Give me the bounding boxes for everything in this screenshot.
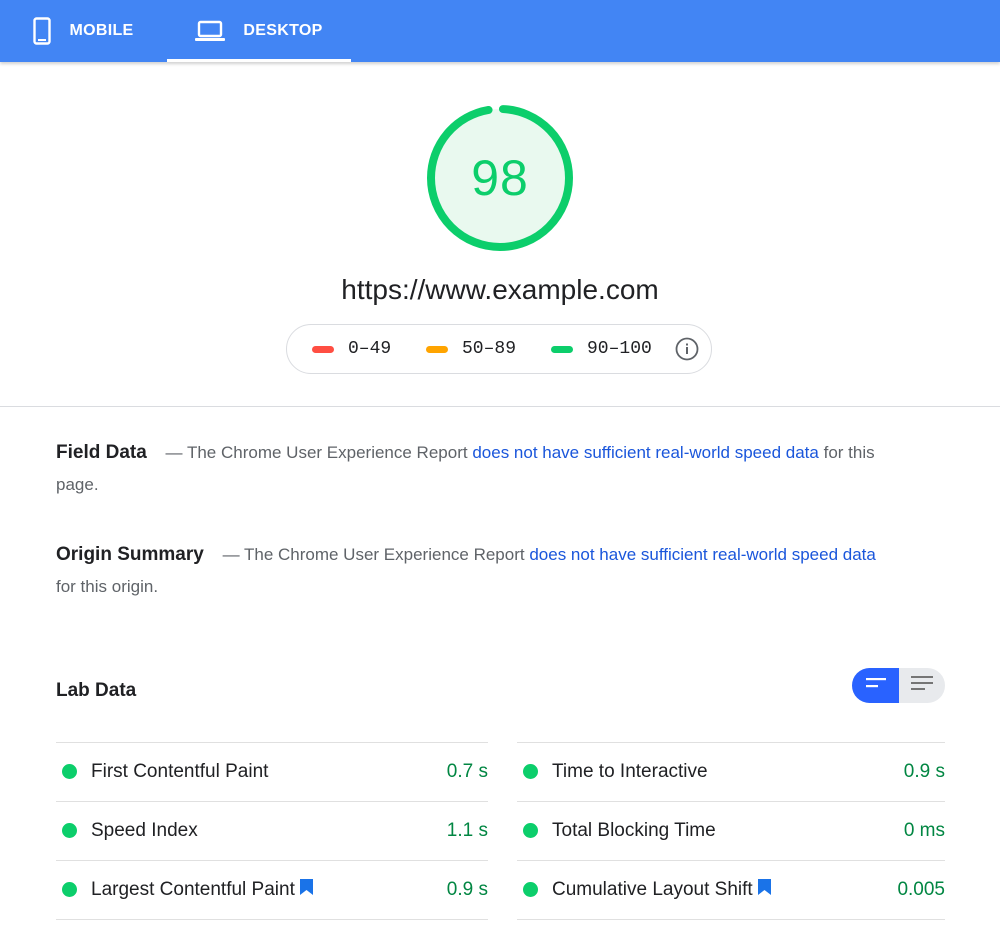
metric-name-container: Cumulative Layout Shift: [552, 861, 771, 919]
origin-summary-text-after: for this origin.: [56, 577, 159, 596]
metric-value: 0.7 s: [446, 761, 488, 782]
metric-name: Time to Interactive: [552, 761, 708, 782]
metric-name: Cumulative Layout Shift: [552, 879, 753, 900]
expanded-view-button[interactable]: [852, 668, 899, 703]
legend-range-pass: 90–100: [587, 339, 652, 359]
legend-item-fail: 0–49: [312, 325, 391, 373]
legend-range-fail: 0–49: [348, 339, 392, 359]
origin-summary-link[interactable]: does not have sufficient real-world spee…: [529, 545, 876, 564]
status-dot-pass: [62, 882, 77, 897]
metric-time-to-interactive: Time to Interactive 0.9 s: [517, 742, 945, 801]
metric-name: Largest Contentful Paint: [91, 879, 295, 900]
lab-metrics: First Contentful Paint 0.7 s Speed Index…: [56, 742, 945, 920]
bookmark-icon[interactable]: [299, 879, 313, 895]
metric-value: 0.9 s: [446, 879, 488, 900]
tab-mobile[interactable]: MOBILE: [0, 0, 167, 62]
page-url: https://www.example.com: [341, 274, 659, 305]
origin-summary-dash: —: [222, 545, 240, 564]
performance-score: 98: [471, 150, 529, 206]
metric-cumulative-layout-shift: Cumulative Layout Shift 0.005: [517, 860, 945, 920]
tab-mobile-label: MOBILE: [69, 22, 134, 39]
list-view-icon: [910, 675, 934, 696]
field-data-title: Field Data: [56, 442, 147, 463]
legend-swatch-red: [312, 345, 334, 353]
status-dot-pass: [523, 823, 538, 838]
legend-swatch-orange: [426, 345, 448, 353]
metrics-column-left: First Contentful Paint 0.7 s Speed Index…: [56, 742, 488, 920]
metric-total-blocking-time: Total Blocking Time 0 ms: [517, 801, 945, 860]
performance-score-gauge: 98: [425, 103, 575, 253]
metric-value: 0 ms: [903, 820, 945, 841]
metric-name-container: Largest Contentful Paint: [91, 861, 313, 919]
metric-largest-contentful-paint: Largest Contentful Paint 0.9 s: [56, 860, 488, 920]
legend-item-average: 50–89: [426, 325, 516, 373]
metric-name: First Contentful Paint: [91, 761, 269, 782]
list-view-button[interactable]: [899, 668, 945, 703]
legend-swatch-green: [551, 345, 573, 353]
section-divider: [0, 406, 1000, 407]
status-dot-pass: [523, 882, 538, 897]
laptop-icon: [195, 20, 226, 42]
metric-value: 0.9 s: [903, 761, 945, 782]
legend-item-pass: 90–100: [551, 325, 652, 373]
origin-summary-title: Origin Summary: [56, 544, 204, 565]
field-data-dash: —: [165, 443, 183, 462]
active-tab-indicator: [167, 59, 351, 62]
origin-summary-section: Origin Summary — The Chrome User Experie…: [56, 539, 876, 603]
bookmark-icon[interactable]: [757, 879, 771, 895]
view-toggle: [852, 668, 945, 703]
metrics-column-right: Time to Interactive 0.9 s Total Blocking…: [517, 742, 945, 920]
tab-desktop[interactable]: DESKTOP: [167, 0, 351, 62]
tab-desktop-label: DESKTOP: [243, 22, 323, 39]
metric-value: 1.1 s: [446, 820, 488, 841]
metric-name: Speed Index: [91, 820, 198, 841]
status-dot-pass: [62, 764, 77, 779]
phone-icon: [33, 17, 52, 45]
metric-first-contentful-paint: First Contentful Paint 0.7 s: [56, 742, 488, 801]
device-tab-bar: MOBILE DESKTOP: [0, 0, 1000, 62]
metric-name: Total Blocking Time: [552, 820, 716, 841]
metric-value: 0.005: [897, 879, 945, 900]
field-data-section: Field Data — The Chrome User Experience …: [56, 437, 876, 501]
field-data-link[interactable]: does not have sufficient real-world spee…: [472, 443, 819, 462]
field-data-text: The Chrome User Experience Report: [186, 443, 468, 462]
lab-data-title: Lab Data: [56, 680, 137, 701]
metric-speed-index: Speed Index 1.1 s: [56, 801, 488, 860]
legend-range-average: 50–89: [462, 339, 517, 359]
info-icon[interactable]: [675, 337, 699, 361]
origin-summary-text: The Chrome User Experience Report: [243, 545, 525, 564]
status-dot-pass: [62, 823, 77, 838]
status-dot-pass: [523, 764, 538, 779]
score-legend: 0–49 50–89 90–100: [286, 324, 712, 374]
expanded-view-icon: [865, 676, 887, 695]
